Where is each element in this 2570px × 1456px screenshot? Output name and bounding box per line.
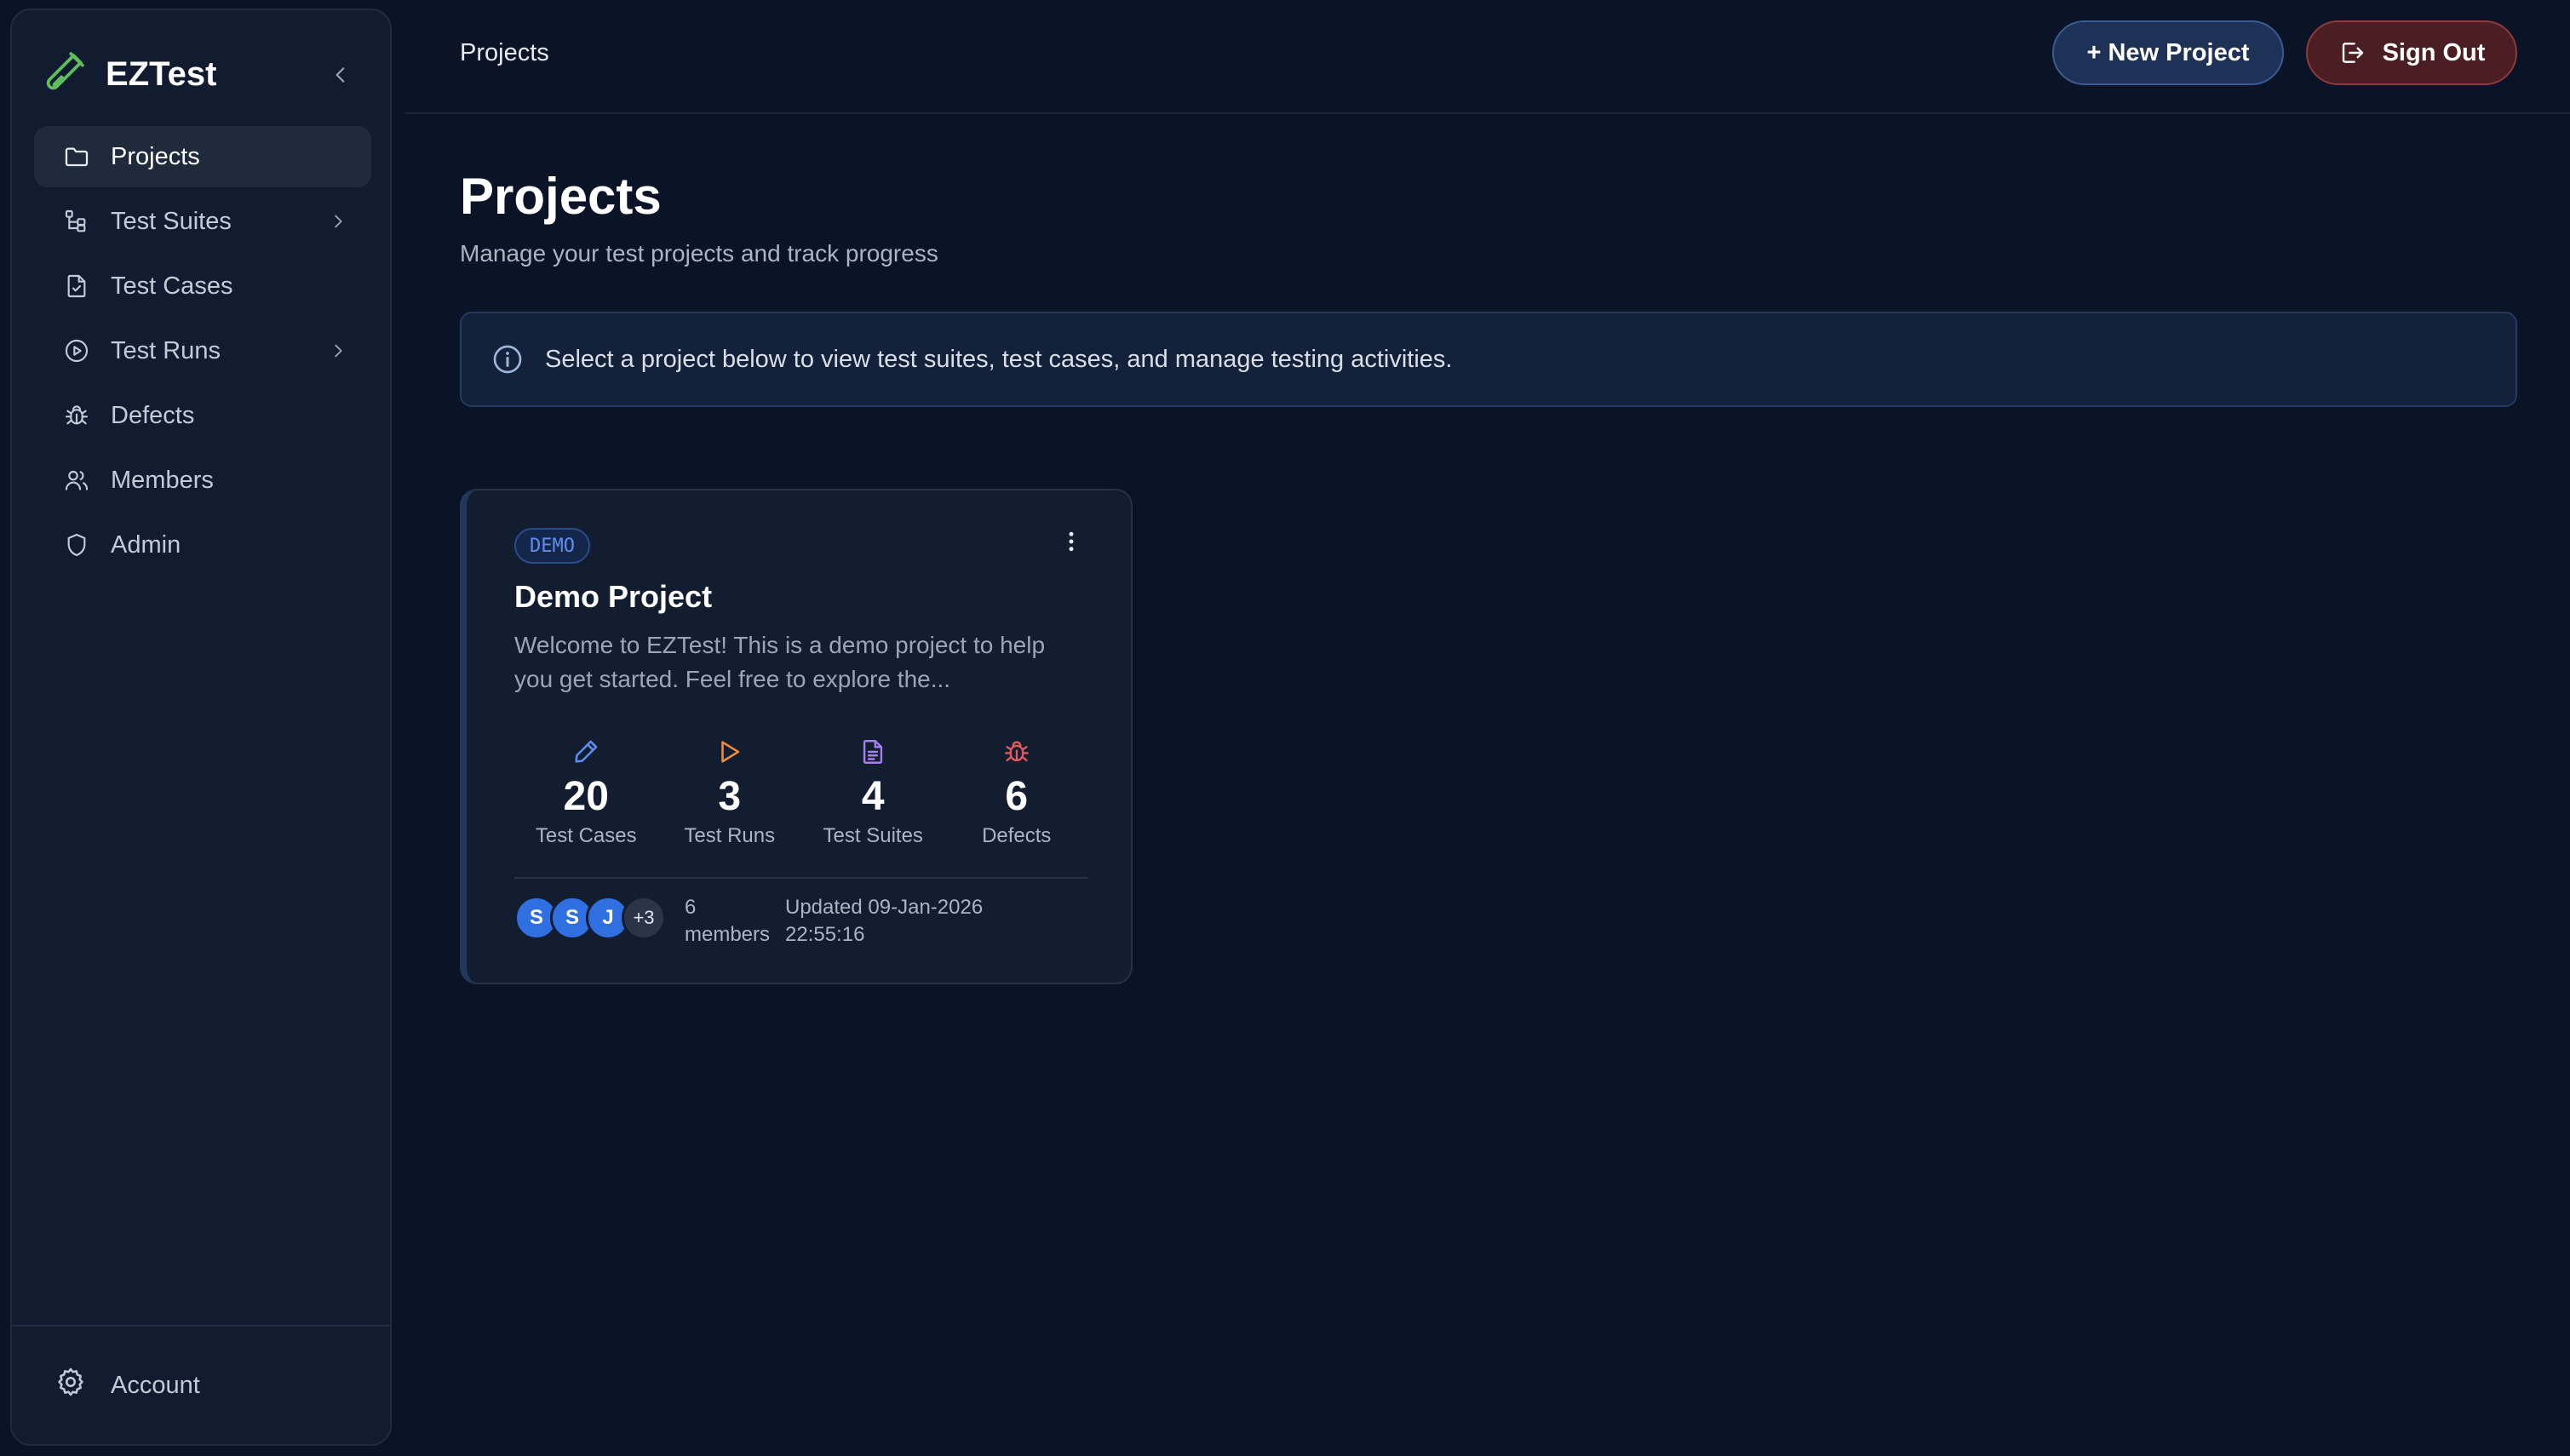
sign-out-button[interactable]: Sign Out [2306, 20, 2517, 85]
project-menu-button[interactable] [1054, 525, 1088, 559]
sidebar-item-defects[interactable]: Defects [34, 385, 371, 446]
stat-value: 3 [718, 774, 742, 819]
sidebar-item-test-cases[interactable]: Test Cases [34, 255, 371, 317]
collapse-sidebar-button[interactable] [322, 56, 359, 94]
users-icon [63, 467, 90, 494]
top-bar: Projects + New Project Sign Out [405, 0, 2570, 114]
sidebar-nav: Projects Test Suites Test Cases Test Run… [34, 126, 371, 579]
chevron-right-icon [335, 344, 342, 358]
bug-icon [63, 402, 90, 429]
sidebar-item-label: Projects [111, 142, 200, 170]
log-out-icon [2342, 43, 2363, 63]
new-project-button[interactable]: + New Project [2052, 20, 2284, 85]
chevron-right-icon [335, 215, 342, 228]
updated-timestamp: Updated 09-Jan-2026 22:55:16 [785, 896, 984, 946]
info-icon [493, 345, 522, 374]
shield-icon [63, 531, 90, 559]
project-name: Demo Project [514, 579, 713, 614]
sidebar-item-members[interactable]: Members [34, 450, 371, 511]
file-check-icon [63, 272, 90, 300]
stat-value: 4 [861, 774, 885, 819]
page-subtitle: Manage your test projects and track prog… [460, 240, 938, 267]
members-count: 6 members [685, 896, 771, 946]
play-icon [715, 737, 744, 766]
member-avatars: S S J +3 [514, 896, 666, 943]
sidebar-item-label: Test Cases [111, 272, 233, 300]
breadcrumb[interactable]: Projects [460, 39, 549, 67]
document-icon [858, 737, 887, 766]
folder-icon [63, 143, 90, 170]
play-circle-icon [63, 337, 90, 364]
account-label: Account [111, 1371, 200, 1399]
sidebar-item-test-runs[interactable]: Test Runs [34, 320, 371, 381]
info-banner: Select a project below to view test suit… [460, 312, 2517, 407]
avatar-overflow-count: +3 [622, 896, 666, 940]
project-description: Welcome to EZTest! This is a demo projec… [514, 632, 1046, 692]
account-button[interactable]: Account [54, 1366, 200, 1405]
gear-icon [54, 1366, 87, 1405]
stat-test-runs: 3 Test Runs [658, 737, 802, 857]
sign-out-label: Sign Out [2382, 38, 2486, 66]
stat-value: 6 [1005, 774, 1029, 819]
sidebar-item-label: Test Runs [111, 336, 221, 364]
bug-icon [1002, 737, 1031, 766]
sidebar-footer: Account [12, 1325, 390, 1444]
app-root: EZTest Projects Test Suites Test Cases T… [0, 0, 2570, 1456]
stat-defects: 6 Defects [945, 737, 1089, 857]
chevron-left-icon [336, 67, 345, 83]
stat-label: Test Suites [823, 824, 923, 847]
stat-label: Defects [982, 824, 1052, 847]
sidebar-item-admin[interactable]: Admin [34, 514, 371, 576]
info-banner-text: Select a project below to view test suit… [545, 345, 1453, 373]
stat-test-suites: 4 Test Suites [801, 737, 945, 857]
sidebar-item-label: Defects [111, 401, 195, 429]
project-badge: DEMO [514, 528, 590, 564]
tree-icon [63, 208, 90, 235]
sidebar-item-label: Test Suites [111, 207, 232, 235]
test-tube-logo-icon [43, 51, 85, 98]
sidebar: EZTest Projects Test Suites Test Cases T… [10, 9, 392, 1446]
stat-label: Test Runs [684, 824, 776, 847]
app-name: EZTest [106, 54, 217, 93]
sidebar-item-label: Members [111, 466, 214, 494]
page-title: Projects [460, 168, 662, 225]
sidebar-item-projects[interactable]: Projects [34, 126, 371, 187]
card-divider [514, 877, 1088, 879]
sidebar-item-test-suites[interactable]: Test Suites [34, 191, 371, 252]
stat-label: Test Cases [535, 824, 637, 847]
more-vertical-icon [1069, 531, 1074, 552]
sidebar-item-label: Admin [111, 530, 181, 559]
project-stats: 20 Test Cases 3 Test Runs 4 Test Suites [514, 737, 1088, 857]
stat-test-cases: 20 Test Cases [514, 737, 658, 857]
pencil-icon [571, 737, 600, 766]
stat-value: 20 [563, 774, 609, 819]
project-card[interactable]: DEMO Demo Project Welcome to EZTest! Thi… [460, 489, 1133, 984]
brand[interactable]: EZTest [43, 44, 216, 104]
